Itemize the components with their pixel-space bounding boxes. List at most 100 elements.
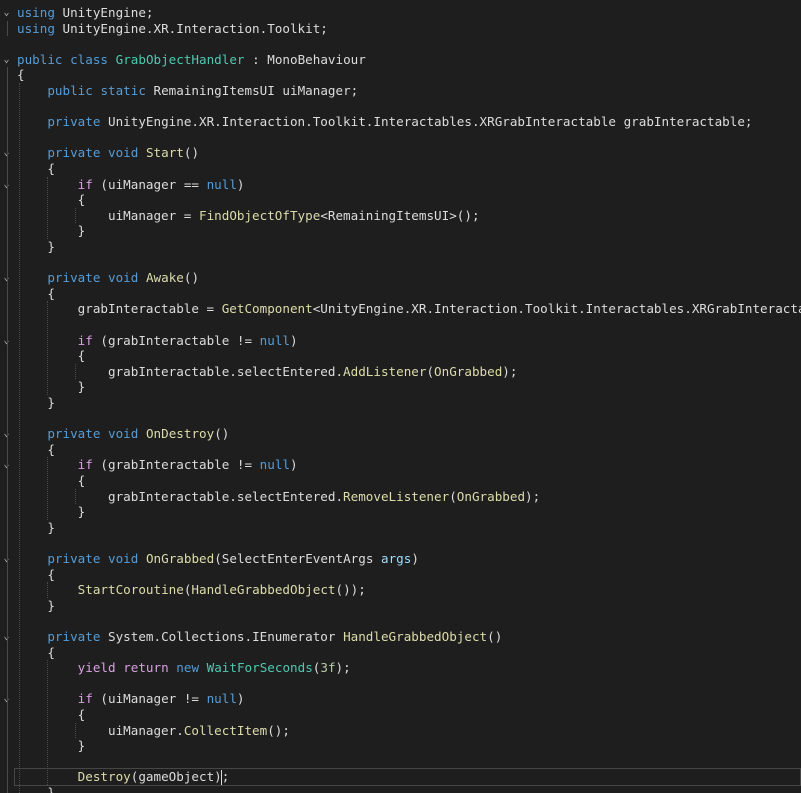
code-line[interactable]: if (grabInteractable != null) — [17, 457, 298, 473]
code-token: () — [487, 629, 503, 644]
code-line[interactable]: grabInteractable.selectEntered.AddListen… — [17, 364, 517, 380]
code-line[interactable]: grabInteractable = GetComponent<UnityEng… — [17, 301, 801, 317]
code-line[interactable]: { — [17, 567, 55, 583]
code-token: private — [47, 145, 101, 161]
code-line[interactable]: } — [17, 598, 55, 614]
code-line[interactable]: private System.Collections.IEnumerator H… — [17, 629, 502, 645]
code-line[interactable]: private void OnGrabbed(SelectEnterEventA… — [17, 551, 419, 567]
code-token: { — [17, 161, 55, 176]
code-token: AddListener — [343, 363, 427, 379]
code-line[interactable]: Destroy(gameObject); — [17, 769, 237, 785]
code-token: ) — [290, 457, 298, 473]
code-line[interactable]: } — [17, 395, 55, 411]
code-line[interactable]: } — [17, 785, 55, 793]
code-line[interactable]: { — [17, 707, 86, 723]
code-token: StartCoroutine — [77, 582, 184, 598]
code-line[interactable]: } — [17, 520, 55, 536]
indent-guide — [47, 660, 48, 785]
code-line[interactable]: { — [17, 161, 55, 177]
code-token: void — [108, 270, 139, 286]
chevron-down-icon[interactable]: ⌄ — [2, 52, 11, 68]
code-token: HandleGrabbedObject — [343, 629, 488, 644]
chevron-down-icon[interactable]: ⌄ — [2, 5, 11, 21]
code-token: (SelectEnterEventArgs — [214, 551, 382, 566]
code-token: ()); — [335, 582, 366, 598]
code-line[interactable]: { — [17, 645, 55, 661]
code-line[interactable]: uiManager = FindObjectOfType<RemainingIt… — [17, 208, 480, 224]
code-token: using — [17, 5, 55, 20]
code-token: ); — [525, 488, 541, 504]
code-line[interactable]: { — [17, 348, 86, 364]
code-line[interactable]: } — [17, 379, 86, 395]
code-token: ); — [335, 660, 351, 676]
code-line[interactable]: yield return new WaitForSeconds(3f); — [17, 660, 351, 676]
code-token: WaitForSeconds — [206, 660, 313, 676]
code-token: ) — [236, 691, 245, 707]
code-token: private — [47, 270, 101, 286]
code-token: grabInteractable.selectEntered. — [17, 488, 344, 504]
code-line[interactable]: { — [17, 286, 55, 302]
code-line[interactable]: private void Start() — [17, 145, 199, 161]
code-line[interactable]: grabInteractable.selectEntered.RemoveLis… — [17, 489, 540, 505]
code-token: class — [70, 51, 109, 67]
code-line[interactable]: private void Awake() — [17, 270, 199, 286]
code-token: (uiManager == — [92, 176, 207, 192]
code-line[interactable]: { — [17, 67, 25, 83]
code-token: yield — [77, 660, 116, 676]
code-line[interactable]: private UnityEngine.XR.Interaction.Toolk… — [17, 114, 752, 130]
code-token: } — [17, 504, 86, 520]
code-token: System.Collections.IEnumerator — [100, 629, 344, 644]
code-editor[interactable]: ⌄ using UnityEngine; using UnityEngine.XR.… — [0, 0, 801, 793]
text-cursor — [221, 770, 222, 786]
code-token: OnGrabbed — [434, 363, 503, 379]
code-token: ); — [502, 363, 518, 379]
indent-guide — [75, 488, 76, 505]
code-line[interactable]: } — [17, 504, 86, 520]
code-token: null — [259, 457, 290, 473]
code-token: uiManager = — [17, 207, 199, 223]
code-line[interactable]: public static RemainingItemsUI uiManager… — [17, 83, 358, 99]
code-line[interactable]: } — [17, 223, 86, 239]
code-token: HandleGrabbedObject — [191, 582, 336, 598]
code-line[interactable]: private void OnDestroy() — [17, 426, 229, 442]
code-token: OnDestroy — [145, 426, 215, 442]
code-token: { — [17, 566, 55, 582]
code-line[interactable]: if (uiManager == null) — [17, 177, 245, 193]
code-token: (uiManager != — [92, 691, 207, 707]
code-line[interactable]: using UnityEngine; — [17, 5, 154, 21]
code-token: } — [17, 738, 86, 754]
code-token: UnityEngine.XR.Interaction.Toolkit; — [54, 20, 328, 36]
code-line[interactable]: uiManager.CollectItem(); — [17, 723, 290, 739]
code-line[interactable]: { — [17, 473, 86, 489]
code-token: if — [77, 176, 93, 192]
code-line[interactable]: if (uiManager != null) — [17, 691, 245, 707]
code-token: } — [17, 785, 55, 793]
code-line[interactable]: StartCoroutine(HandleGrabbedObject()); — [17, 582, 366, 598]
code-line[interactable]: } — [17, 239, 55, 255]
code-line[interactable]: public class GrabObjectHandler : MonoBeh… — [17, 52, 366, 68]
code-token: () — [183, 270, 200, 286]
code-token: FindObjectOfType — [198, 207, 321, 223]
code-line[interactable]: { — [17, 192, 86, 208]
code-token: using — [17, 20, 55, 36]
code-token: OnGrabbed — [145, 551, 215, 566]
fold-range-line — [7, 20, 8, 37]
code-line[interactable]: using UnityEngine.XR.Interaction.Toolkit… — [17, 21, 328, 37]
code-token: void — [108, 145, 139, 161]
code-line[interactable]: if (grabInteractable != null) — [17, 333, 298, 349]
indent-guide — [47, 457, 48, 520]
code-token: private — [47, 629, 101, 644]
code-token: static — [100, 83, 146, 98]
code-line[interactable]: } — [17, 738, 86, 754]
code-token: public — [17, 51, 63, 67]
code-line[interactable]: { — [17, 442, 55, 458]
